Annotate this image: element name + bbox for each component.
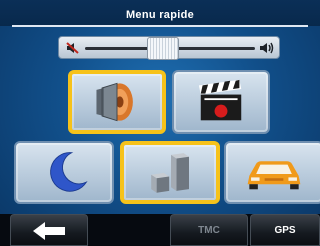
speaker-icon	[96, 82, 133, 122]
vehicle-tile[interactable]	[224, 141, 320, 204]
sound-settings-tile[interactable]	[68, 70, 166, 134]
3d-buildings-icon	[151, 153, 189, 193]
volume-slider[interactable]	[58, 36, 280, 60]
volume-track[interactable]	[85, 37, 255, 60]
3d-buildings-tile[interactable]	[120, 141, 220, 204]
volume-knob[interactable]	[147, 37, 179, 60]
page-title: Menu rapide	[125, 9, 195, 21]
crescent-moon-icon	[50, 152, 88, 192]
speaker-loud-icon[interactable]	[259, 40, 275, 56]
gps-button[interactable]: GPS	[250, 214, 320, 246]
quick-menu-screen: Menu rapide TMC GPS	[0, 0, 320, 246]
car-icon	[247, 161, 301, 190]
back-button[interactable]	[10, 214, 88, 246]
clapperboard-icon	[198, 79, 242, 121]
night-mode-tile[interactable]	[14, 141, 114, 204]
title-divider	[12, 25, 308, 27]
tmc-button[interactable]: TMC	[170, 214, 248, 246]
speaker-mute-icon[interactable]	[65, 40, 81, 56]
title-bar: Menu rapide	[0, 0, 320, 27]
video-settings-tile[interactable]	[172, 70, 270, 134]
back-arrow-icon	[33, 222, 65, 240]
